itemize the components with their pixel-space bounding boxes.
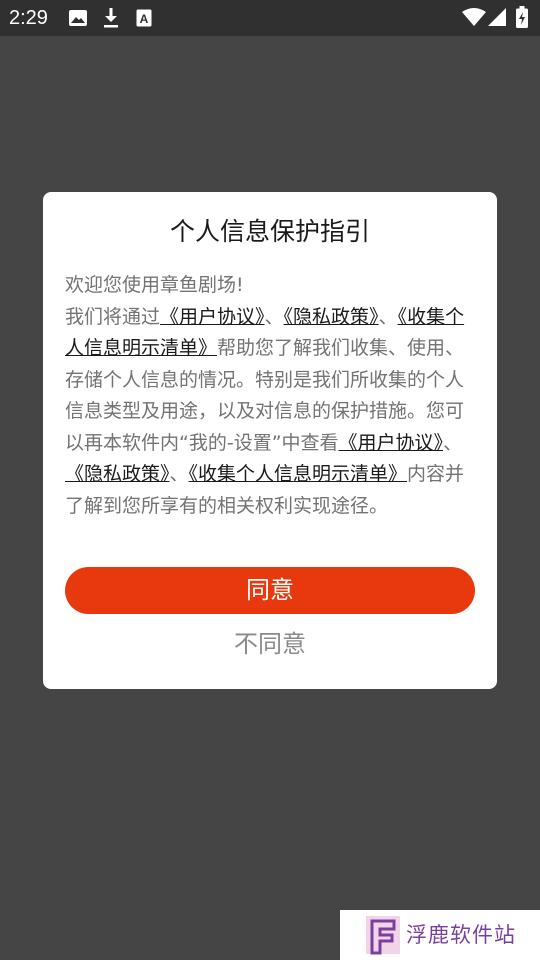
watermark-text: 浮鹿软件站 [406,923,516,947]
disagree-button[interactable]: 不同意 [65,624,475,664]
dialog-body: 欢迎您使用章鱼剧场! 我们将通过《用户协议》、《隐私政策》、《收集个人信息明示清单… [65,270,475,522]
download-icon [104,8,118,28]
status-time: 2:29 [9,7,48,29]
svg-text:A: A [140,12,149,26]
body-text: 、 [169,463,189,485]
agree-button[interactable]: 同意 [65,567,475,614]
cell-signal-icon [488,8,506,26]
status-bar: 2:29 A [0,0,540,36]
body-text: 、 [378,305,398,328]
body-text: 欢迎您使用章鱼剧场! [65,274,244,296]
font-a-icon: A [136,9,152,27]
body-text: 我们将通过 [65,305,161,328]
dialog-title: 个人信息保护指引 [169,217,370,246]
body-text: 、 [443,431,463,454]
watermark: 浮鹿软件站 [340,910,540,960]
privacy-dialog: 个人信息保护指引 欢迎您使用章鱼剧场! 我们将通过《用户协议》、《隐私政策》、《收… [43,192,497,689]
watermark-logo-icon [366,916,400,955]
body-text: 、 [264,305,284,328]
image-icon [69,10,87,26]
wifi-icon [462,8,486,26]
policy-link[interactable]: 《收集个人信息明示清单》 [189,463,408,485]
policy-link[interactable]: 《用户协议》 [160,306,265,328]
policy-link[interactable]: 《用户协议》 [339,432,444,454]
battery-icon [516,6,528,28]
policy-link[interactable]: 《隐私政策》 [65,463,170,485]
policy-link[interactable]: 《隐私政策》 [284,306,379,328]
